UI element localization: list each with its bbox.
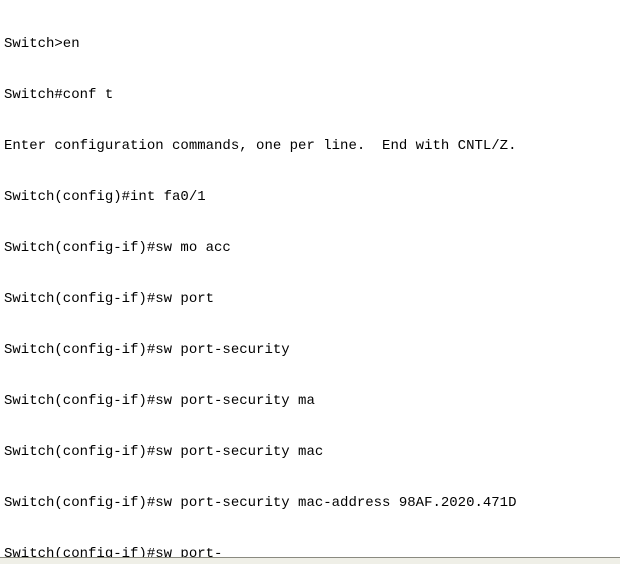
terminal-line: Switch>en bbox=[4, 36, 616, 53]
terminal-line: Switch(config-if)#sw port-security mac-a… bbox=[4, 495, 616, 512]
terminal-line: Switch(config-if)#sw port-security ma bbox=[4, 393, 616, 410]
terminal-line: Enter configuration commands, one per li… bbox=[4, 138, 616, 155]
terminal-line: Switch(config)#int fa0/1 bbox=[4, 189, 616, 206]
terminal-output[interactable]: Switch>en Switch#conf t Enter configurat… bbox=[0, 0, 620, 564]
terminal-line: Switch(config-if)#sw port-security bbox=[4, 342, 616, 359]
terminal-line: Switch(config-if)#sw port bbox=[4, 291, 616, 308]
window-border-bottom bbox=[0, 557, 620, 564]
terminal-line: Switch#conf t bbox=[4, 87, 616, 104]
terminal-line: Switch(config-if)#sw mo acc bbox=[4, 240, 616, 257]
terminal-line: Switch(config-if)#sw port-security mac bbox=[4, 444, 616, 461]
